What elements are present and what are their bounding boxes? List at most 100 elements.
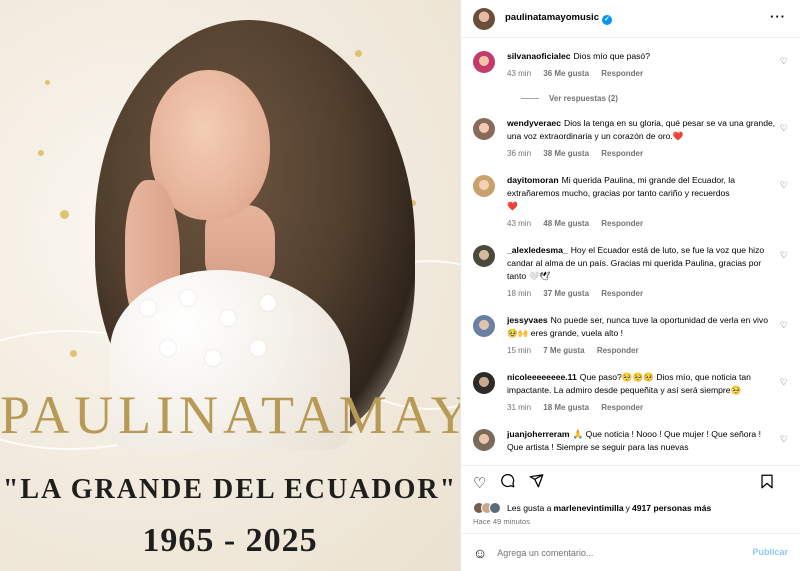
author-username-text[interactable]: paulinatamayomusic — [505, 12, 599, 23]
share-icon[interactable] — [529, 473, 544, 492]
like-comment-heart-icon[interactable]: ♡ — [780, 320, 788, 331]
like-comment-heart-icon[interactable]: ♡ — [780, 180, 788, 191]
comment-time[interactable]: 31 min — [507, 403, 531, 412]
commenter-avatar[interactable] — [473, 315, 495, 337]
pleading-face-emoji-icon: 🥺🥺🥺 — [621, 372, 654, 382]
comment-time[interactable]: 36 min — [507, 149, 531, 158]
view-replies-button[interactable]: Ver respuestas (2) — [521, 94, 788, 103]
comment-meta: 36 min 38 Me gusta Responder — [507, 147, 777, 160]
comment-input[interactable] — [497, 547, 718, 558]
commenter-avatar[interactable] — [473, 175, 495, 197]
post-modal: PAULINATAMAYO "LA GRANDE DEL ECUADOR" 19… — [0, 0, 800, 571]
commenter-avatar[interactable] — [473, 372, 495, 394]
comment: _alexledesma_ Hoy el Ecuador está de luto… — [473, 244, 788, 300]
poster-years: 1965 - 2025 — [142, 522, 318, 559]
emoji-picker-icon[interactable]: ☺ — [473, 545, 487, 561]
more-options-icon[interactable]: ··· — [770, 10, 786, 23]
comment-likes[interactable]: 38 Me gusta — [543, 149, 589, 158]
like-comment-heart-icon[interactable]: ♡ — [780, 377, 788, 388]
author-avatar[interactable] — [473, 7, 495, 30]
comments-panel: paulinatamayomusic ✓ ··· silvanaoficialec… — [460, 0, 800, 571]
comment-time[interactable]: 43 min — [507, 69, 531, 78]
like-comment-heart-icon[interactable]: ♡ — [780, 434, 788, 445]
red-heart-emoji-icon: ❤️ — [672, 131, 684, 141]
like-comment-heart-icon[interactable]: ♡ — [780, 123, 788, 134]
comment-meta: 43 min 48 Me gusta Responder — [507, 217, 777, 230]
post-header: paulinatamayomusic ✓ ··· — [461, 0, 800, 38]
comment-meta: 31 min 18 Me gusta Responder — [507, 401, 777, 414]
dress-flower — [160, 340, 176, 356]
view-replies-label[interactable]: Ver respuestas (2) — [549, 94, 618, 103]
comment-icon-svg — [501, 473, 515, 488]
comment-likes[interactable]: 36 Me gusta — [543, 69, 589, 78]
likes-count[interactable]: 4917 personas más — [632, 503, 711, 513]
dress-flower — [260, 295, 276, 311]
comment: dayitomoran Mi querida Paulina, mi grande… — [473, 174, 788, 230]
poster-subtitle: "LA GRANDE DEL ECUADOR" — [2, 474, 458, 505]
comment-likes[interactable]: 37 Me gusta — [543, 289, 589, 298]
comment-likes[interactable]: 48 Me gusta — [543, 219, 589, 228]
share-icon-svg — [530, 474, 544, 488]
commenter-username[interactable]: jessyvaes — [507, 315, 548, 325]
gold-fleck — [355, 50, 362, 57]
comment-meta: 43 min 36 Me gusta Responder — [507, 67, 777, 80]
commenter-username[interactable]: wendyveraec — [507, 118, 561, 128]
liker-username[interactable]: marlenevintimilla — [553, 503, 623, 513]
comment: nicoleeeeeeee.11 Que paso?🥺🥺🥺 Dios mío, q… — [473, 371, 788, 414]
gold-fleck — [70, 350, 77, 357]
liker-avatar — [489, 502, 501, 514]
reply-button[interactable]: Responder — [601, 219, 643, 228]
likes-middle: y — [625, 503, 630, 513]
action-bar: ♡ — [461, 465, 800, 499]
verified-badge-icon: ✓ — [601, 15, 612, 25]
like-comment-heart-icon[interactable]: ♡ — [780, 56, 788, 67]
comment-meta: 15 min 7 Me gusta Responder — [507, 344, 777, 357]
author-username[interactable]: paulinatamayomusic ✓ — [505, 12, 612, 25]
replies-divider — [521, 98, 539, 99]
gold-fleck — [38, 150, 44, 156]
praying-hands-emoji-icon: 🙏 — [572, 429, 584, 439]
comment-likes[interactable]: 18 Me gusta — [543, 403, 589, 412]
comment-text-continued: eres grande, vuela alto ! — [530, 328, 623, 338]
liker-avatars — [473, 502, 501, 514]
commenter-avatar[interactable] — [473, 429, 495, 451]
commenter-username[interactable]: dayitomoran — [507, 175, 559, 185]
heart-icon[interactable]: ♡ — [473, 474, 486, 492]
reply-button[interactable]: Responder — [597, 346, 639, 355]
commenter-username[interactable]: juanjoherreram — [507, 429, 570, 439]
commenter-avatar[interactable] — [473, 51, 495, 73]
post-comment-button[interactable]: Publicar — [752, 547, 788, 557]
likes-prefix: Les gusta a — [507, 503, 552, 513]
comment: wendyveraec Dios la tenga en su gloria, q… — [473, 117, 788, 160]
comment-likes[interactable]: 7 Me gusta — [543, 346, 584, 355]
comment-meta: 18 min 37 Me gusta Responder — [507, 287, 777, 300]
post-time[interactable]: Hace 49 minutos — [461, 517, 800, 533]
commenter-username[interactable]: nicoleeeeeeee.11 — [507, 372, 577, 382]
comment-time[interactable]: 15 min — [507, 346, 531, 355]
comment-text: Que paso? — [579, 372, 622, 382]
add-comment-bar: ☺ Publicar — [461, 533, 800, 571]
dress-flower — [220, 310, 236, 326]
reply-button[interactable]: Responder — [601, 149, 643, 158]
comment-time[interactable]: 43 min — [507, 219, 531, 228]
comment: juanjoherreram 🙏 Que noticia ! Nooo ! Que… — [473, 428, 788, 454]
reply-button[interactable]: Responder — [601, 289, 643, 298]
dress-flower — [140, 300, 156, 316]
commenter-username[interactable]: silvanaoficialec — [507, 51, 571, 61]
comment-text: No puede ser, nunca tuve la oportunidad … — [550, 315, 769, 325]
comment: jessyvaes No puede ser, nunca tuve la opo… — [473, 314, 788, 357]
dress-flower — [205, 350, 221, 366]
commenter-username[interactable]: _alexledesma_ — [507, 245, 568, 255]
comments-list[interactable]: silvanaoficialec Dios mío que pasó? 43 mi… — [461, 38, 800, 465]
commenter-avatar[interactable] — [473, 118, 495, 140]
like-comment-heart-icon[interactable]: ♡ — [780, 250, 788, 261]
reply-button[interactable]: Responder — [601, 403, 643, 412]
commenter-avatar[interactable] — [473, 245, 495, 267]
comment-icon[interactable] — [500, 473, 515, 492]
reply-button[interactable]: Responder — [601, 69, 643, 78]
bookmark-icon[interactable] — [760, 474, 774, 493]
comment-time[interactable]: 18 min — [507, 289, 531, 298]
likes-summary: Les gusta a marlenevintimilla y 4917 per… — [461, 499, 800, 517]
bookmark-icon-svg — [761, 474, 773, 489]
post-image: PAULINATAMAYO "LA GRANDE DEL ECUADOR" 19… — [0, 0, 460, 571]
